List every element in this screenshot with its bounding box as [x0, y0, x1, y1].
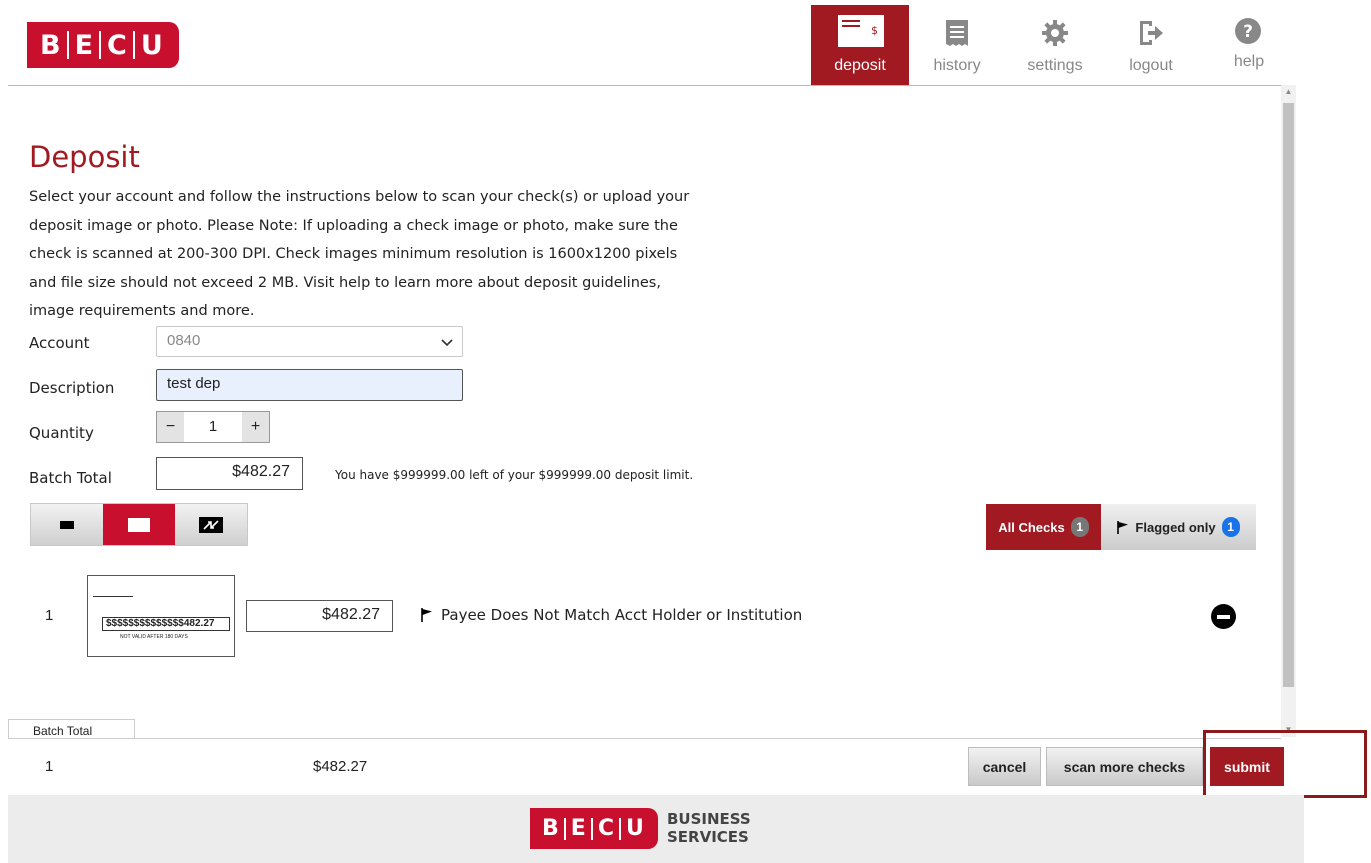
all-checks-label: All Checks [998, 519, 1065, 535]
logo-letter-e: E [570, 816, 586, 841]
nav-deposit-label: deposit [834, 57, 886, 74]
check-thumbnail-footer: NOT VALID AFTER 180 DAYS [120, 634, 188, 640]
remove-check-icon[interactable] [1211, 604, 1236, 629]
logo-separator [66, 31, 69, 59]
page-title: Deposit [29, 140, 140, 174]
check-amount-input[interactable]: $482.27 [246, 600, 393, 632]
intro-line: check is scanned at 200-300 DPI. Check i… [29, 246, 678, 262]
all-checks-tab[interactable]: All Checks 1 [986, 504, 1101, 550]
nav-help-label: help [1233, 53, 1265, 70]
description-input[interactable]: test dep [156, 369, 463, 401]
footer-check-count: 1 [45, 758, 54, 775]
expand-view-button[interactable] [175, 504, 247, 545]
logo-separator [563, 817, 566, 840]
scan-more-checks-button[interactable]: scan more checks [1046, 747, 1203, 786]
flagged-only-label: Flagged only [1135, 519, 1216, 535]
check-thumbnail[interactable]: $$$$$$$$$$$$$$482.27 NOT VALID AFTER 180… [87, 575, 235, 657]
quantity-stepper[interactable]: − 1 + [156, 411, 270, 443]
quantity-label: Quantity [29, 424, 94, 442]
flagged-count-badge: 1 [1221, 517, 1240, 537]
intro-line: deposit image or photo. Please Note: If … [29, 217, 678, 234]
footer-tagline: BUSINESS SERVICES [667, 810, 751, 846]
receipt-icon [946, 20, 968, 46]
expand-view-icon [199, 516, 223, 533]
deposit-limit-text: You have $999999.00 left of your $999999… [335, 468, 694, 482]
all-checks-count-badge: 1 [1070, 517, 1089, 537]
becu-logo[interactable]: B E C U [27, 22, 179, 68]
header-divider [8, 85, 1281, 86]
nav-logout-label: logout [1129, 57, 1173, 74]
small-view-button[interactable] [31, 504, 103, 545]
small-view-icon [60, 520, 74, 529]
submit-highlight-box [1203, 730, 1367, 798]
logo-letter-c: C [597, 816, 614, 841]
intro-line: Select your account and follow the instr… [29, 189, 690, 205]
account-label: Account [29, 334, 90, 352]
page-footer: B E C U BUSINESS SERVICES [8, 795, 1304, 863]
check-filter: All Checks 1 Flagged only 1 [986, 504, 1256, 550]
footer-tagline-line: SERVICES [667, 828, 749, 846]
check-thumbnail-amount: $$$$$$$$$$$$$$482.27 [102, 617, 230, 631]
quantity-value[interactable]: 1 [184, 412, 242, 442]
logo-letter-u: U [625, 816, 644, 841]
check-row-number: 1 [45, 607, 54, 624]
flag-icon [421, 608, 432, 622]
logo-letter-b: B [40, 29, 61, 61]
gear-icon [1042, 20, 1068, 46]
nav-deposit[interactable]: $ deposit [811, 5, 909, 85]
nav-help[interactable]: ? help [1199, 5, 1299, 85]
logo-separator [590, 817, 593, 840]
medium-view-icon [128, 517, 150, 532]
intro-line: and file size should not exceed 2 MB. Vi… [29, 274, 661, 291]
footer-batch-amount: $482.27 [313, 758, 368, 775]
medium-view-button[interactable] [103, 504, 175, 545]
logo-letter-c: C [107, 29, 127, 61]
flagged-only-tab[interactable]: Flagged only 1 [1101, 504, 1256, 550]
logout-icon [1140, 21, 1163, 45]
flag-icon [1117, 520, 1129, 534]
svg-text:?: ? [1243, 22, 1253, 42]
flag-message-text: Payee Does Not Match Acct Holder or Inst… [441, 606, 803, 624]
logo-letter-b: B [542, 816, 559, 841]
quantity-decrement-button[interactable]: − [157, 412, 184, 442]
quantity-increment-button[interactable]: + [242, 412, 269, 442]
nav-settings-label: settings [1027, 57, 1083, 74]
cancel-button[interactable]: cancel [968, 747, 1041, 786]
check-flag-message: Payee Does Not Match Acct Holder or Inst… [421, 606, 802, 624]
logo-separator [99, 31, 102, 59]
nav-history-label: history [933, 57, 981, 74]
logo-letter-e: E [74, 29, 94, 61]
check-deposit-icon: $ [838, 15, 884, 47]
nav-logout[interactable]: logout [1103, 5, 1199, 85]
view-size-toggle [30, 503, 248, 546]
batch-total-tab: Batch Total [8, 719, 135, 739]
footer-becu-logo: B E C U [530, 808, 658, 849]
scrollbar-thumb[interactable] [1283, 103, 1294, 687]
footer-tagline-line: BUSINESS [667, 810, 751, 828]
account-select[interactable]: 0840 [156, 326, 463, 357]
batch-total-input[interactable]: $482.27 [156, 457, 303, 490]
logo-separator [132, 31, 135, 59]
nav-history[interactable]: history [907, 5, 1007, 85]
vertical-scrollbar[interactable]: ▲ ▼ [1281, 85, 1296, 737]
intro-text: Select your account and follow the instr… [29, 183, 694, 326]
chevron-down-icon [441, 339, 453, 347]
logo-separator [618, 817, 621, 840]
batch-total-label: Batch Total [29, 469, 112, 487]
account-select-value: 0840 [167, 332, 201, 349]
scroll-up-arrow-icon[interactable]: ▲ [1281, 85, 1296, 99]
question-circle-icon: ? [1235, 18, 1261, 44]
svg-text:$: $ [871, 24, 878, 37]
logo-letter-u: U [140, 29, 163, 61]
nav-settings[interactable]: settings [1007, 5, 1103, 85]
intro-line: image requirements and more. [29, 303, 255, 319]
check-line [93, 596, 133, 597]
description-label: Description [29, 379, 115, 397]
footer-divider [8, 738, 1281, 739]
